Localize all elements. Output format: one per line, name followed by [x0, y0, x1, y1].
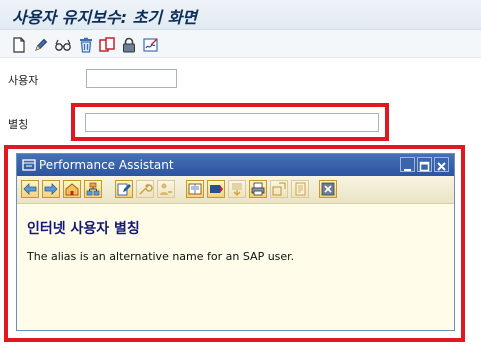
wrench-icon — [139, 183, 153, 195]
assistant-window-icon — [22, 159, 36, 171]
edit-document-icon — [117, 183, 131, 196]
arrow-left-icon — [23, 183, 37, 195]
assistant-description: The alias is an alternative name for an … — [27, 250, 295, 263]
expand-button[interactable] — [270, 180, 288, 198]
title-bar: 사용자 유지보수: 초기 화면 — [0, 0, 481, 30]
cancel-icon — [321, 182, 335, 196]
close-button[interactable] — [434, 157, 449, 172]
printer-icon — [251, 182, 265, 196]
document-icon — [295, 182, 306, 196]
assistant-titlebar[interactable]: Performance Assistant — [17, 154, 454, 176]
trash-icon[interactable] — [77, 36, 95, 54]
signature-icon[interactable] — [142, 36, 160, 54]
technical-info-button[interactable] — [228, 180, 246, 198]
edit-button[interactable] — [115, 180, 133, 198]
person-button[interactable] — [157, 180, 175, 198]
back-button[interactable] — [21, 180, 39, 198]
book-button[interactable] — [186, 180, 204, 198]
person-icon — [160, 183, 172, 195]
cancel-button[interactable] — [319, 180, 337, 198]
info-download-icon — [232, 183, 242, 196]
structure-button[interactable] — [84, 180, 102, 198]
lock-icon[interactable] — [120, 36, 138, 54]
tag-button[interactable] — [207, 180, 225, 198]
forward-button[interactable] — [42, 180, 60, 198]
close-icon — [437, 162, 446, 171]
assistant-toolbar — [17, 176, 454, 204]
alias-label: 별칭 — [8, 118, 29, 131]
tag-icon — [210, 185, 223, 193]
maximize-icon — [419, 161, 430, 172]
glasses-icon[interactable] — [54, 36, 72, 54]
page-title: 사용자 유지보수: 초기 화면 — [12, 8, 198, 27]
minimize-button[interactable] — [400, 157, 415, 172]
main-toolbar — [0, 30, 481, 58]
tools-button[interactable] — [136, 180, 154, 198]
new-page-icon[interactable] — [10, 36, 28, 54]
alias-input[interactable] — [85, 113, 379, 132]
user-input[interactable] — [86, 69, 177, 88]
print-button[interactable] — [249, 180, 267, 198]
home-icon — [65, 183, 79, 196]
home-button[interactable] — [63, 180, 81, 198]
pencil-icon[interactable] — [32, 36, 50, 54]
document-button[interactable] — [291, 180, 309, 198]
assistant-heading: 인터넷 사용자 별칭 — [27, 221, 140, 237]
book-icon — [188, 183, 202, 195]
arrow-right-icon — [44, 183, 58, 195]
minimize-icon — [404, 169, 411, 171]
copy-icon[interactable] — [98, 36, 116, 54]
performance-assistant-window: Performance Assistant 인터넷 사용자 별칭 The ali… — [16, 153, 455, 331]
hierarchy-icon — [86, 182, 100, 196]
assistant-title: Performance Assistant — [39, 158, 174, 172]
user-label: 사용자 — [8, 74, 39, 87]
expand-icon — [272, 182, 286, 196]
maximize-button[interactable] — [417, 157, 432, 172]
